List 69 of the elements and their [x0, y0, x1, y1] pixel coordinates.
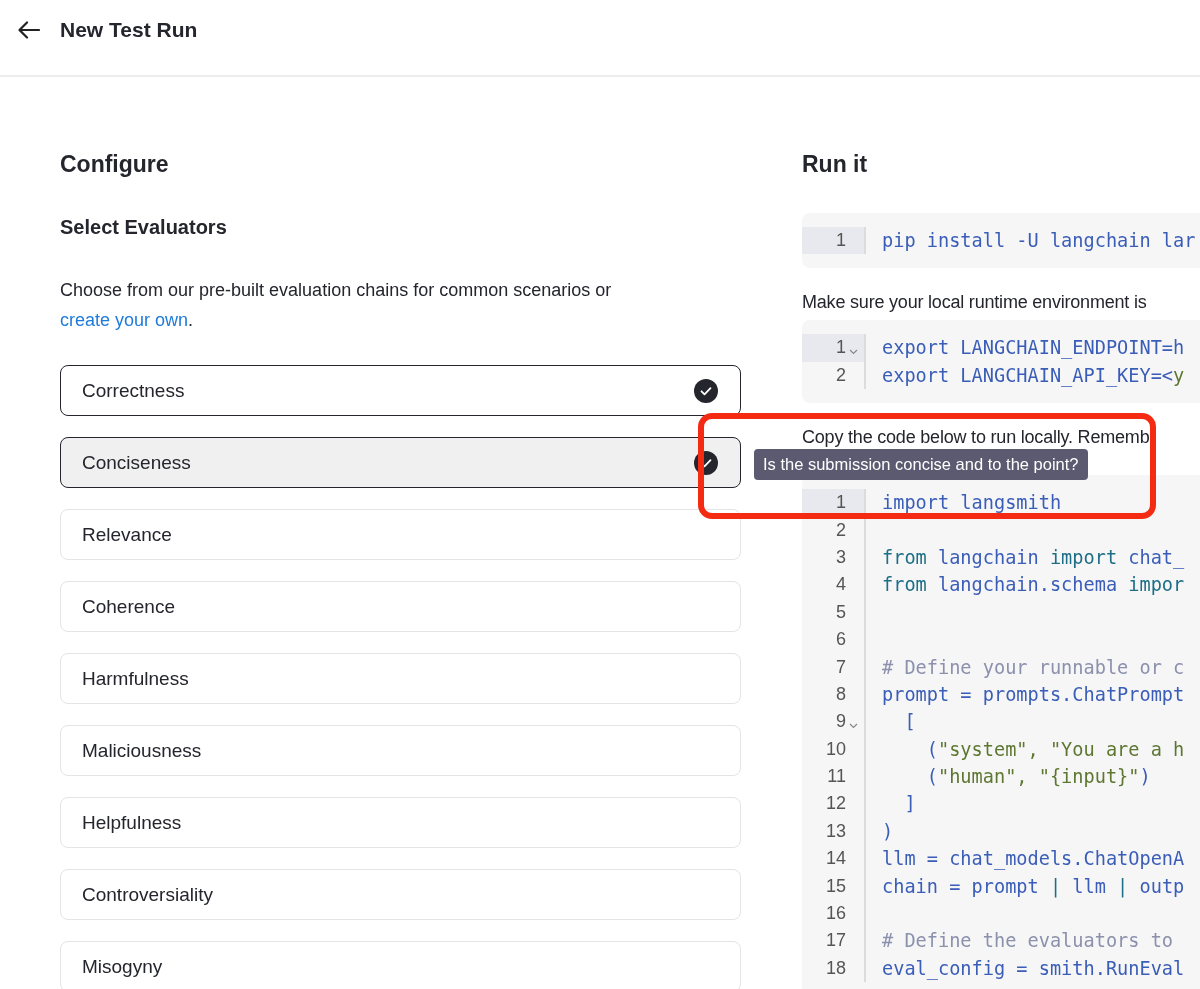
option-label: Maliciousness	[82, 739, 202, 762]
evaluator-option[interactable]: Conciseness	[60, 437, 741, 488]
code-line: import langsmith	[882, 492, 1062, 514]
line-number: 14	[824, 847, 847, 871]
code-line: export LANGCHAIN_API_KEY=<y	[882, 364, 1185, 386]
line-number: 5	[835, 600, 847, 624]
instruction-text: Make sure your local runtime environment is	[802, 291, 1148, 315]
option-label: Correctness	[82, 379, 185, 402]
evaluator-option[interactable]: Harmfulness	[60, 653, 741, 704]
code-line: chain = prompt | llm | outp	[882, 875, 1185, 897]
option-label: Relevance	[82, 523, 172, 546]
code-line: )	[882, 820, 894, 842]
option-label: Conciseness	[82, 451, 191, 474]
line-number: 2	[835, 363, 847, 387]
code-line: pip install -U langchain lar	[882, 230, 1196, 251]
evaluator-option[interactable]: Controversiality	[60, 869, 741, 920]
code-line: export LANGCHAIN_ENDPOINT=h	[882, 337, 1185, 359]
line-number: 9	[802, 708, 864, 736]
line-number: 1	[802, 334, 864, 362]
line-number: 15	[824, 874, 847, 898]
instruction-text: Copy the code below to run locally. Rememb	[802, 426, 1151, 450]
code-line: from langchain import chat_	[882, 546, 1185, 568]
section-heading: Configure	[60, 150, 170, 179]
check-icon	[694, 450, 718, 475]
code-line: from langchain.schema impor	[882, 574, 1185, 596]
code-line: # Define your runnable or c	[882, 656, 1185, 678]
section-heading: Run it	[802, 150, 869, 179]
line-number: 12	[824, 792, 847, 816]
evaluator-option[interactable]: Helpfulness	[60, 797, 741, 848]
evaluator-option[interactable]: Relevance	[60, 509, 741, 560]
back-arrow-icon	[18, 20, 40, 39]
intro-text: Choose from our pre-built evaluation chains for common scenarios or create your own.	[60, 279, 613, 332]
code-line: # Define the evaluators to	[882, 930, 1174, 952]
line-number: 7	[835, 655, 847, 679]
fold-chevron-icon	[848, 723, 858, 729]
line-number: 18	[824, 956, 847, 980]
line-number: 8	[835, 682, 847, 706]
code-line: ]	[903, 793, 916, 815]
evaluator-option[interactable]: Misogyny	[60, 941, 741, 989]
code-line: prompt = prompts.ChatPrompt	[882, 683, 1185, 705]
evaluator-option[interactable]: Correctness	[60, 365, 741, 416]
create-link[interactable]: create your own	[60, 310, 189, 330]
line-number: 13	[824, 819, 847, 843]
check-icon	[694, 378, 718, 403]
line-number: 16	[824, 902, 847, 926]
line-number: 6	[835, 628, 847, 652]
option-label: Helpfulness	[82, 811, 182, 834]
fold-chevron-icon	[848, 349, 858, 356]
subsection-heading: Select Evaluators	[60, 215, 228, 240]
line-number: 11	[826, 765, 847, 789]
line-number: 3	[835, 545, 847, 569]
line-number: 4	[835, 573, 847, 597]
code-line: ("human", "{input}")	[925, 766, 1151, 788]
code-line: eval_config = smith.RunEval	[882, 957, 1185, 979]
option-label: Controversiality	[82, 883, 213, 906]
code-line: llm = chat_models.ChatOpenA	[882, 848, 1185, 870]
line-number: 2	[835, 518, 847, 542]
tooltip: Is the submission concise and to the point?	[754, 449, 1088, 480]
option-label: Coherence	[82, 595, 175, 618]
page-title: New Test Run	[60, 17, 198, 42]
code-line: ("system", "You are a h	[925, 738, 1185, 760]
line-number: 10	[824, 737, 847, 761]
evaluator-option[interactable]: Maliciousness	[60, 725, 741, 776]
option-label: Misogyny	[82, 955, 163, 978]
option-label: Harmfulness	[82, 667, 189, 690]
evaluator-option[interactable]: Coherence	[60, 581, 741, 632]
line-number: 1	[802, 227, 864, 255]
line-number: 17	[824, 929, 847, 953]
code-line: [	[903, 711, 916, 733]
